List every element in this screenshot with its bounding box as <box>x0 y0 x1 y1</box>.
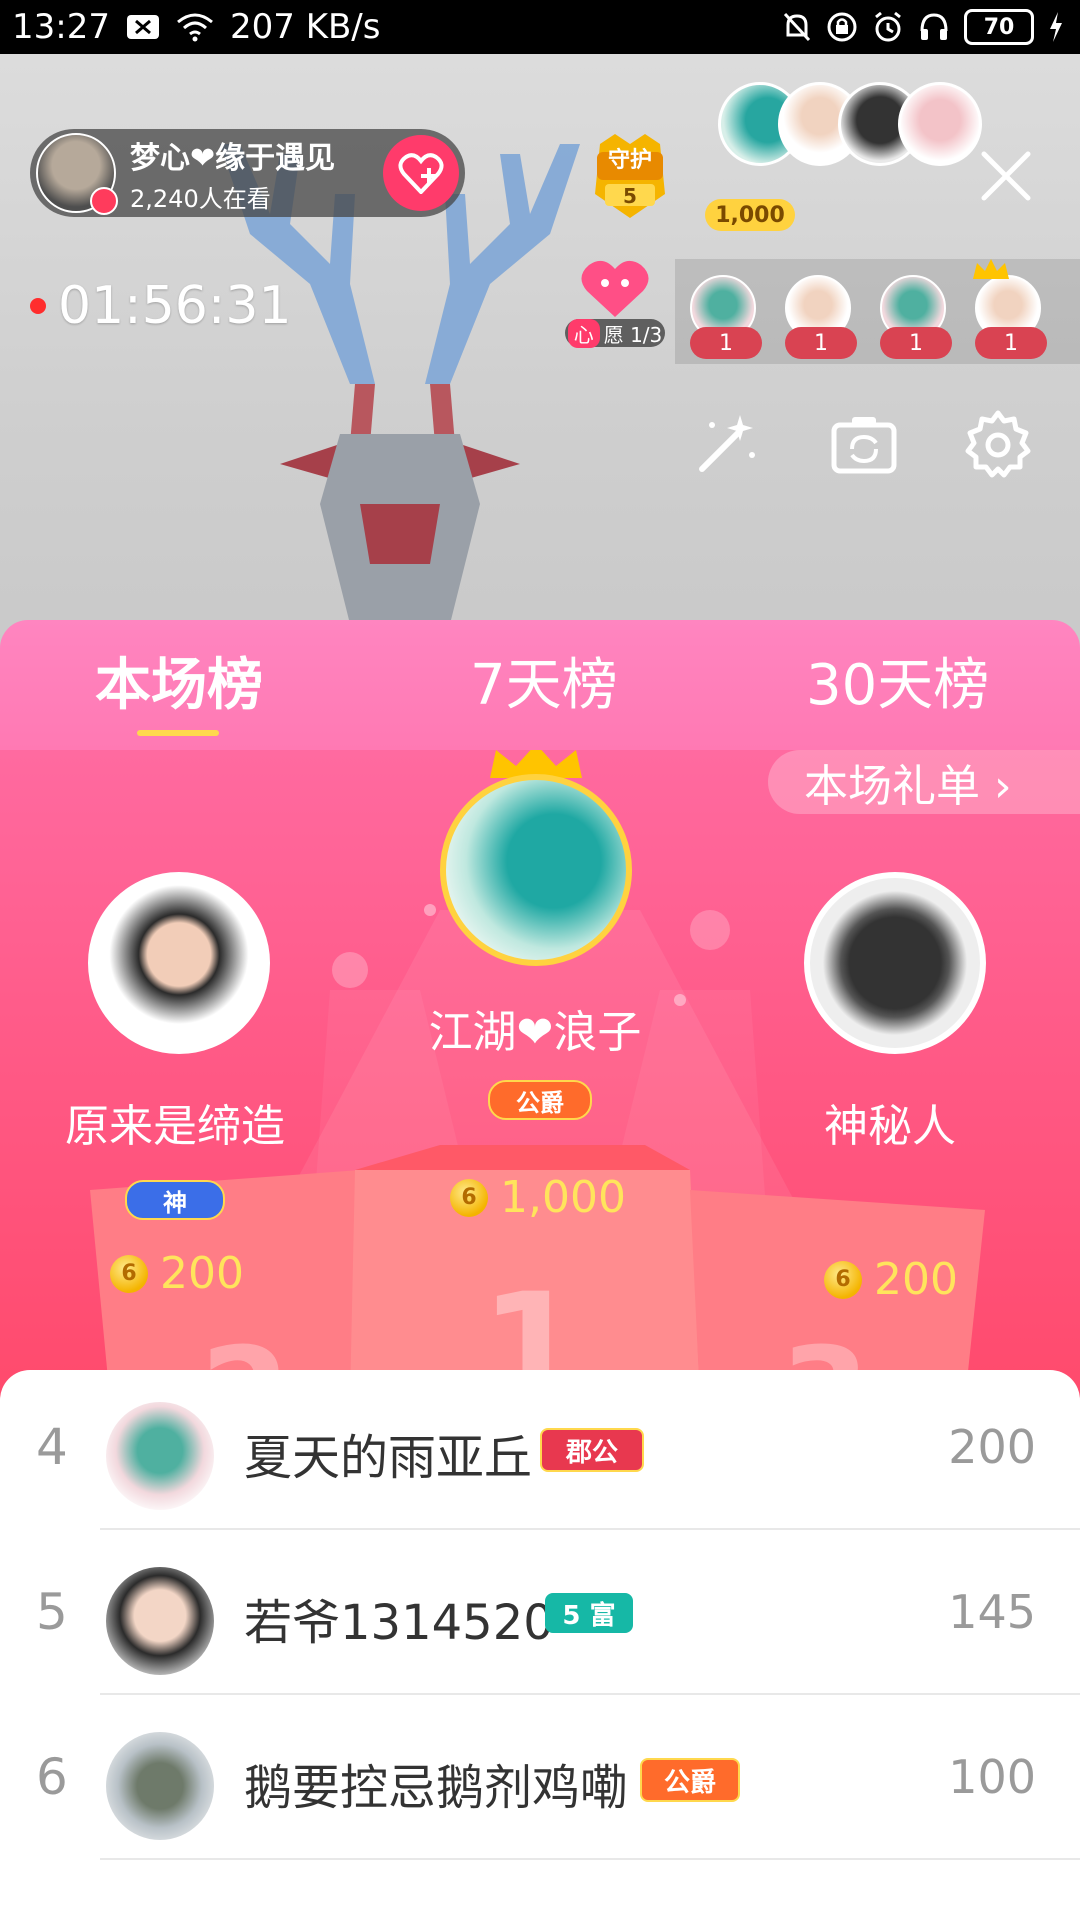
noble-badge: 郡公 <box>540 1428 644 1472</box>
wish-prefix: 心 <box>567 318 600 348</box>
mute-bell-icon <box>782 11 812 43</box>
gift-count: 1 <box>880 327 952 359</box>
gift-list-link[interactable]: 本场礼单 › <box>768 750 1080 814</box>
heart-plus-icon <box>398 153 444 194</box>
audience-avatar[interactable] <box>898 82 982 166</box>
list-item[interactable]: 4 夏天的雨亚丘 郡公 200 <box>0 1370 1080 1530</box>
divider <box>100 1693 1080 1695</box>
host-name: 梦心❤缘于遇见 <box>130 140 336 176</box>
gifter-item[interactable]: 1 <box>880 275 952 359</box>
first-place-avatar[interactable] <box>440 774 632 966</box>
wish-progress: 愿 1/3 <box>603 322 663 347</box>
notification-x-icon <box>126 13 160 41</box>
second-place-avatar[interactable] <box>88 872 270 1054</box>
user-name: 夏天的雨亚丘 <box>244 1430 533 1486</box>
noble-badge: 公爵 <box>640 1758 740 1802</box>
timer-text: 01:56:31 <box>58 276 292 336</box>
crown-icon <box>973 259 1009 279</box>
magic-wand-icon[interactable] <box>690 409 762 481</box>
rotation-lock-icon <box>826 11 858 43</box>
wifi-icon <box>176 12 214 42</box>
tab-30-days[interactable]: 30天榜 <box>806 640 989 721</box>
first-place-score-value: 1,000 <box>500 1172 626 1223</box>
user-avatar[interactable] <box>106 1732 214 1840</box>
guard-badge[interactable]: 守护 5 <box>585 134 675 220</box>
wish-button[interactable]: 心愿 1/3 <box>565 259 665 349</box>
gift-count: 1 <box>785 327 857 359</box>
third-place-score-value: 200 <box>874 1254 958 1305</box>
third-place-score: 6 200 <box>824 1254 958 1305</box>
god-badge: 神 <box>125 1180 225 1220</box>
tab-7-days[interactable]: 7天榜 <box>470 640 618 721</box>
divider <box>100 1528 1080 1530</box>
active-tab-indicator <box>137 730 219 736</box>
list-item[interactable]: 5 若爷1314520 5 富 145 <box>0 1535 1080 1695</box>
gifter-item[interactable]: 1 <box>785 275 857 359</box>
user-name: 若爷1314520 <box>244 1595 554 1651</box>
noble-badge: 公爵 <box>488 1080 592 1120</box>
second-place-name: 原来是缔造 <box>65 1101 285 1152</box>
recording-dot-icon <box>30 298 46 314</box>
settings-gear-icon[interactable] <box>962 409 1034 481</box>
user-avatar[interactable] <box>106 1402 214 1510</box>
close-icon[interactable] <box>978 148 1034 204</box>
user-score: 100 <box>948 1750 1036 1804</box>
host-avatar[interactable] <box>36 133 118 215</box>
user-name: 鹅要控忌鹅剂鸡嘞 <box>244 1760 629 1816</box>
screen: 13:27 207 KB/s 70 梦心❤缘于遇见 2,240人在看 守护 5 … <box>0 0 1080 1920</box>
podium-area: 1 2 3 本场礼单 › 江湖❤浪子 公爵 6 1,000 原来是缔造 神 6 … <box>0 750 1080 1400</box>
gift-count: 1 <box>690 327 762 359</box>
gifter-item[interactable]: 1 <box>973 259 1047 359</box>
live-indicator-icon <box>90 187 118 215</box>
coin-icon: 6 <box>110 1254 148 1293</box>
heart-face-icon <box>581 260 649 317</box>
leaderboard-panel: 本场榜 7天榜 30天榜 1 2 3 本场礼单 › 江湖❤浪子 公爵 6 1,0… <box>0 620 1080 1920</box>
user-avatar[interactable] <box>106 1567 214 1675</box>
status-bar: 13:27 207 KB/s 70 <box>0 0 1080 54</box>
alarm-icon <box>872 11 904 43</box>
rank-number: 6 <box>36 1748 68 1806</box>
follow-button[interactable] <box>383 135 459 211</box>
first-place-name: 江湖❤浪子 <box>428 1007 642 1058</box>
first-place-score: 6 1,000 <box>450 1172 626 1223</box>
guard-label: 守护 <box>607 148 652 173</box>
viewer-count: 2,240人在看 <box>130 184 271 213</box>
divider <box>100 1858 1080 1860</box>
switch-camera-icon[interactable] <box>828 409 900 481</box>
charging-icon <box>1048 12 1064 42</box>
battery-indicator: 70 <box>964 9 1034 45</box>
gift-count: 1 <box>975 327 1047 359</box>
live-video[interactable]: 梦心❤缘于遇见 2,240人在看 守护 5 1,000 01:56:31 心 愿… <box>0 54 1080 654</box>
second-place-score: 6 200 <box>110 1248 244 1299</box>
gifter-item[interactable]: 1 <box>690 275 762 359</box>
second-place-score-value: 200 <box>160 1248 244 1299</box>
recent-gifters-strip[interactable]: 1 1 1 1 <box>675 259 1080 364</box>
headphones-icon <box>918 11 950 43</box>
list-item[interactable]: 6 鹅要控忌鹅剂鸡嘞 公爵 100 <box>0 1700 1080 1860</box>
third-place-name: 神秘人 <box>824 1101 956 1152</box>
rank-list: 4 夏天的雨亚丘 郡公 200 5 若爷1314520 5 富 145 6 鹅要… <box>0 1370 1080 1920</box>
third-place-avatar[interactable] <box>804 872 986 1054</box>
rank-number: 4 <box>36 1418 68 1476</box>
leaderboard-tabs: 本场榜 7天榜 30天榜 <box>0 620 1080 750</box>
user-score: 200 <box>948 1420 1036 1474</box>
clock: 13:27 <box>12 7 110 47</box>
live-timer: 01:56:31 <box>30 276 292 336</box>
network-speed: 207 KB/s <box>229 7 381 47</box>
tab-current[interactable]: 本场榜 <box>95 640 263 721</box>
user-score: 145 <box>948 1585 1036 1639</box>
coin-icon: 6 <box>824 1260 862 1299</box>
rank-number: 5 <box>36 1583 68 1641</box>
guard-count: 5 <box>623 184 637 208</box>
coin-icon: 6 <box>450 1178 488 1217</box>
wealth-badge: 5 富 <box>545 1593 633 1633</box>
top-fan-coins: 1,000 <box>705 199 795 231</box>
host-info-pill[interactable]: 梦心❤缘于遇见 2,240人在看 <box>30 129 465 217</box>
